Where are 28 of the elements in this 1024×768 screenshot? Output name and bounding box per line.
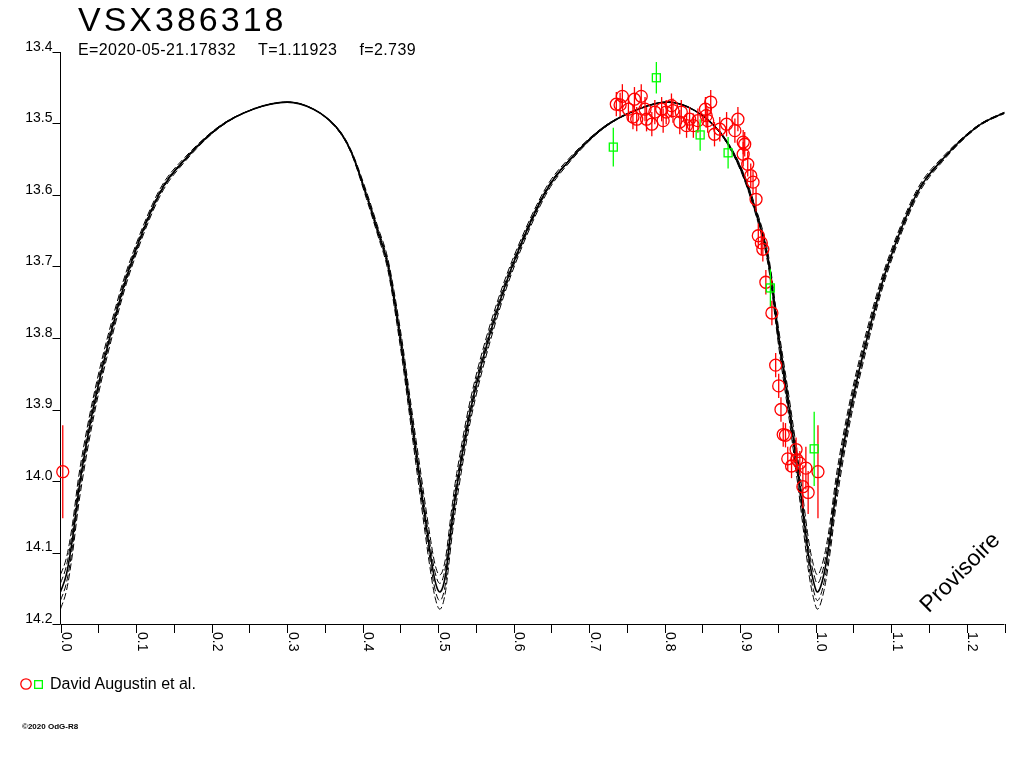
parameter-label: T=1.11923	[258, 42, 338, 58]
x-tick-label: 0.1	[134, 632, 151, 652]
x-tick-label: 1.1	[889, 632, 906, 652]
y-tick-label: 14.2	[25, 609, 53, 626]
parameter-label: E=2020-05-21.17832	[78, 42, 236, 58]
parameter-label: f=2.739	[359, 42, 416, 58]
legend-label: David Augustin et al.	[50, 676, 196, 692]
x-tick-label: 1.0	[814, 632, 831, 652]
x-tick-label: 0.5	[436, 632, 453, 652]
x-tick-label: 0.0	[59, 632, 75, 652]
y-tick-label: 13.4	[25, 37, 53, 54]
x-tick-label: 0.2	[210, 632, 227, 652]
copyright-label: ©2020 OdG-R8	[22, 722, 79, 731]
y-tick-label: 13.9	[25, 395, 53, 411]
y-tick-label: 13.8	[25, 323, 53, 340]
x-tick-label: 0.7	[587, 632, 604, 652]
y-tick-label: 13.5	[25, 109, 53, 125]
x-tick-label: 0.9	[738, 632, 755, 652]
x-tick-label: 0.4	[361, 632, 378, 652]
chart-title: VSX386318	[78, 2, 288, 36]
x-tick-label: 0.6	[512, 632, 529, 652]
y-tick-label: 14.1	[25, 538, 53, 554]
y-tick-label: 14.0	[25, 466, 53, 483]
y-tick-label: 13.6	[25, 180, 53, 197]
x-tick-label: 0.3	[285, 632, 302, 652]
y-tick-label: 13.7	[25, 252, 53, 268]
x-tick-label: 1.2	[965, 632, 982, 652]
x-tick-label: 0.8	[663, 632, 680, 652]
